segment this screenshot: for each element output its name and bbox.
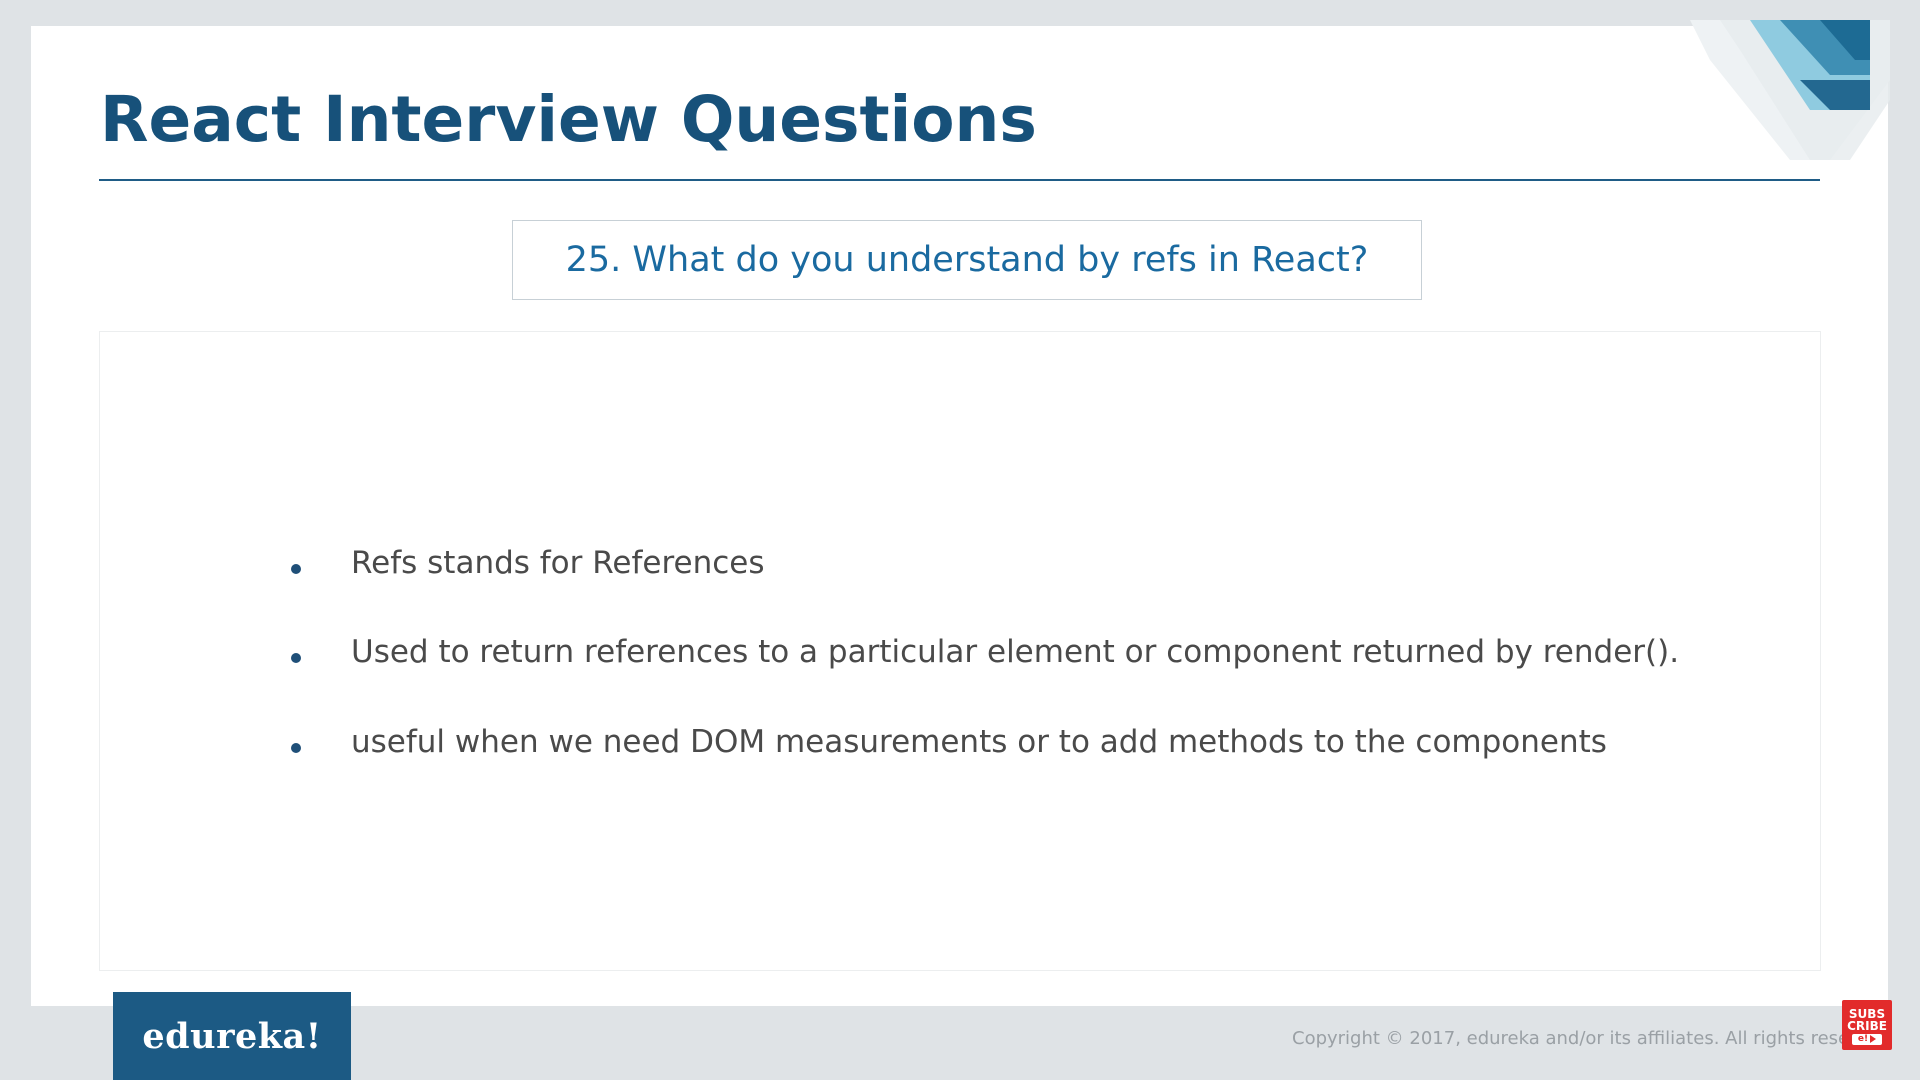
- question-text: 25. What do you understand by refs in Re…: [565, 240, 1369, 280]
- answer-panel: Refs stands for References Used to retur…: [99, 331, 1821, 971]
- subscribe-label-bottom: CRIBE: [1847, 1018, 1887, 1033]
- title-divider: [99, 179, 1820, 181]
- subscribe-play-icon: e!: [1852, 1033, 1882, 1045]
- subscribe-button[interactable]: SUBS CRIBE e!: [1842, 1000, 1892, 1050]
- edureka-logo: edureka!: [113, 992, 351, 1080]
- bullet-text: Refs stands for References: [351, 545, 765, 581]
- question-box: 25. What do you understand by refs in Re…: [512, 220, 1422, 300]
- subscribe-badge-text: e!: [1857, 1033, 1869, 1044]
- bullet-text: Used to return references to a particula…: [351, 634, 1680, 670]
- bullet-dot-icon: [291, 743, 301, 753]
- page-title: React Interview Questions: [100, 83, 1037, 156]
- subscribe-label-top: SUBS: [1848, 1006, 1886, 1021]
- bullet-dot-icon: [291, 564, 301, 574]
- corner-decoration-icon: [1690, 20, 1890, 160]
- video-frame: React Interview Questions 25. What do yo…: [0, 0, 1920, 1080]
- bullet-text: useful when we need DOM measurements or …: [351, 724, 1607, 760]
- play-triangle-icon: [1870, 1035, 1877, 1043]
- copyright-notice: Copyright © 2017, edureka and/or its aff…: [1292, 1028, 1852, 1049]
- bullet-dot-icon: [291, 653, 301, 663]
- logo-text: edureka!: [142, 1015, 322, 1057]
